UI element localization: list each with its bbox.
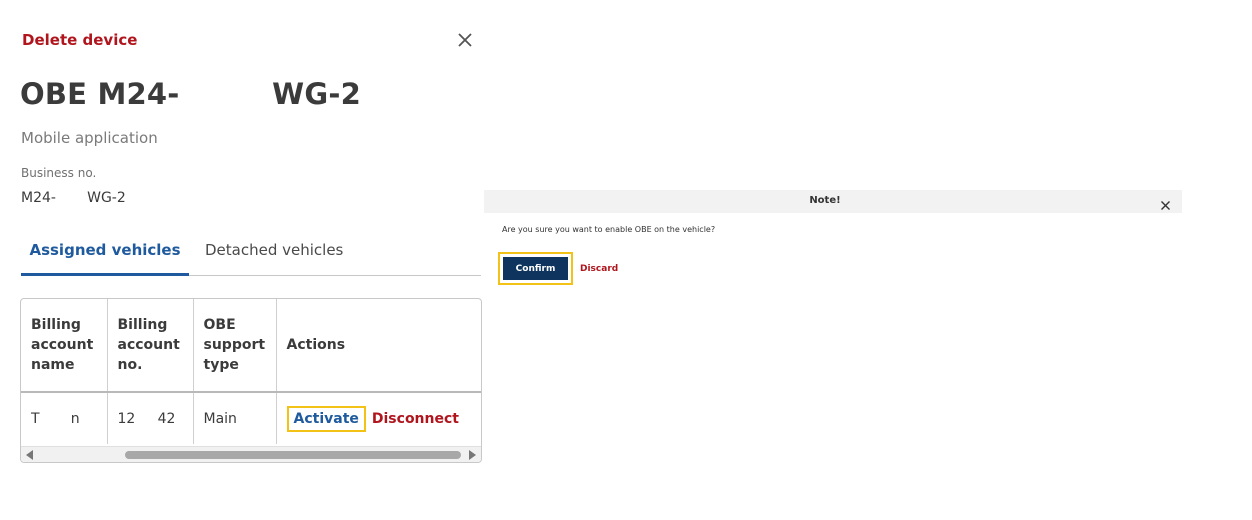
cell-support-type: Main [193,392,277,444]
confirm-button[interactable]: Confirm [503,257,568,280]
scroll-left-arrow-icon[interactable] [26,450,33,460]
note-header: Note! [484,190,1182,213]
disconnect-button[interactable]: Disconnect [372,411,459,427]
scroll-right-arrow-icon[interactable] [469,450,476,460]
close-icon[interactable] [1160,196,1171,210]
vehicles-table: Billing account name Billing account no.… [20,298,482,463]
cell-account-no: 12 42 [107,392,194,444]
header-billing-account-no: Billing account no. [107,299,194,393]
scroll-thumb[interactable] [125,451,461,459]
business-no-value: M24- WG-2 [21,190,126,206]
activate-button[interactable]: Activate [286,405,366,432]
note-title: Note! [809,195,841,206]
cell-actions: Activate Disconnect [276,392,481,444]
discard-button[interactable]: Discard [580,264,618,274]
header-actions: Actions [276,299,481,393]
note-message: Are you sure you want to enable OBE on t… [502,225,716,234]
header-billing-account-name: Billing account name [21,299,108,393]
confirm-focus-ring: Confirm [498,252,573,285]
delete-device-button[interactable]: Delete device [22,31,137,49]
device-panel: Delete device OBE M24- WG-2 Mobile appli… [0,0,490,520]
tab-detached-vehicles[interactable]: Detached vehicles [205,236,343,276]
tab-assigned-vehicles[interactable]: Assigned vehicles [21,236,189,276]
table-row: T n 12 42 Main Activate Disconnect [21,392,481,444]
header-obe-support-type: OBE support type [193,299,277,393]
page-title: OBE M24- WG-2 [20,77,361,111]
horizontal-scrollbar[interactable] [21,446,481,462]
note-dialog: Note! Are you sure you want to enable OB… [484,190,1182,290]
close-icon[interactable] [455,30,475,50]
device-subtitle: Mobile application [21,129,158,147]
table-header-row: Billing account name Billing account no.… [21,299,481,393]
vehicle-tabs: Assigned vehicles Detached vehicles [21,236,481,276]
business-no-label: Business no. [21,166,97,180]
cell-account-name: T n [21,392,108,444]
